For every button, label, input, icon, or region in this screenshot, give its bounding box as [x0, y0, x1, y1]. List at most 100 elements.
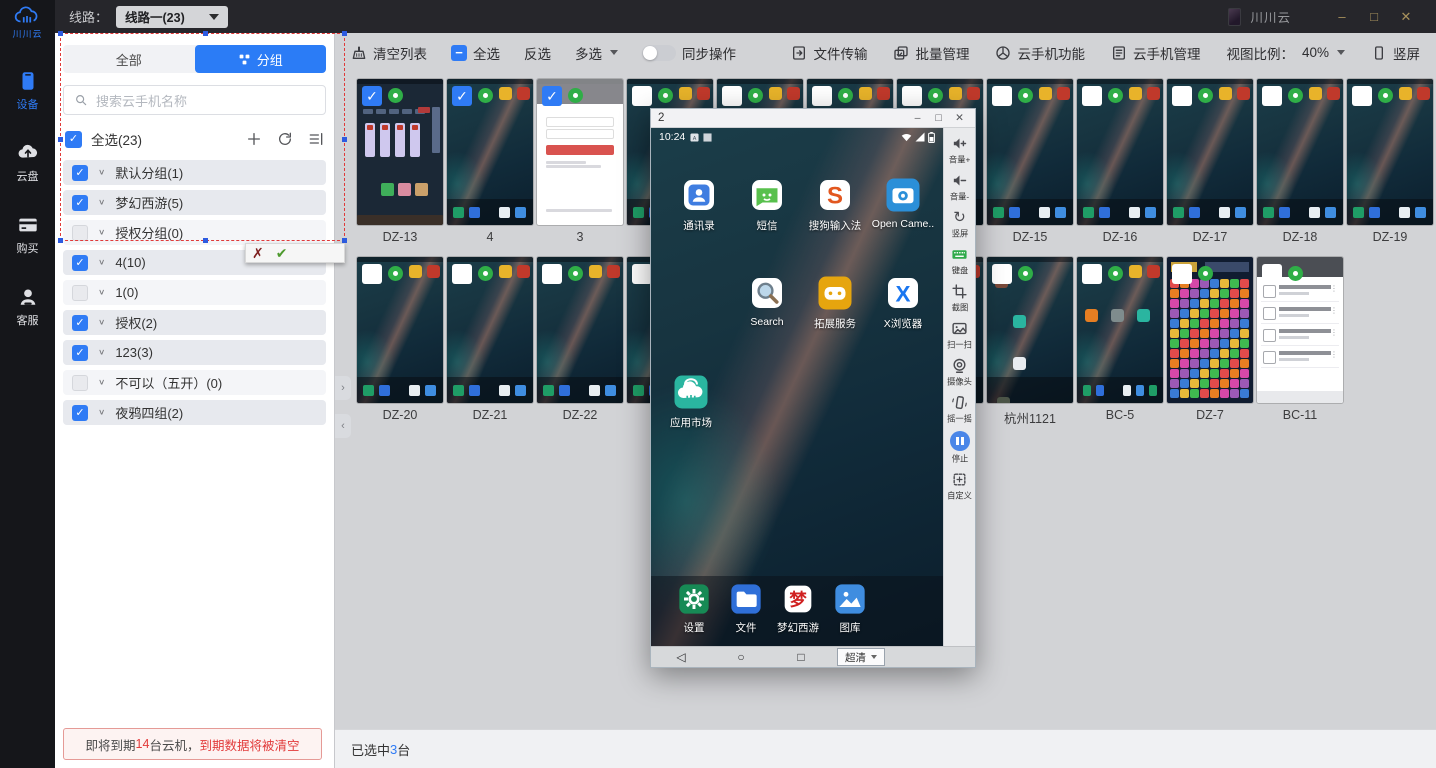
- chevron-down-icon[interactable]: ∨: [98, 318, 105, 327]
- device-cell[interactable]: DZ-16: [1077, 79, 1163, 244]
- device-checkbox[interactable]: [992, 86, 1012, 106]
- nav-home-button[interactable]: ○: [711, 650, 771, 664]
- device-checkbox[interactable]: [1082, 86, 1102, 106]
- chevron-down-icon[interactable]: ∨: [98, 168, 105, 177]
- toolbar-invert-select[interactable]: 反选: [524, 43, 551, 63]
- tool-volume-minus[interactable]: 音量-: [949, 172, 970, 203]
- line-select[interactable]: 线路一(23): [116, 6, 228, 28]
- group-row[interactable]: ∨授权(2): [63, 310, 326, 335]
- chevron-down-icon[interactable]: ∨: [98, 258, 105, 267]
- app-files[interactable]: 文件: [730, 583, 762, 646]
- app-gallery[interactable]: 图库: [834, 583, 866, 646]
- group-checkbox[interactable]: [72, 195, 88, 211]
- app-search-app[interactable]: Search: [749, 275, 785, 331]
- device-thumbnail[interactable]: [1077, 257, 1163, 403]
- group-row[interactable]: ∨夜鸦四组(2): [63, 400, 326, 425]
- group-checkbox[interactable]: [72, 375, 88, 391]
- quality-select[interactable]: 超清: [837, 648, 885, 666]
- group-row[interactable]: ∨梦幻西游(5): [63, 190, 326, 215]
- sidebar-item-device[interactable]: 设备: [17, 70, 39, 112]
- app-contacts[interactable]: 通讯录: [681, 177, 717, 233]
- app-extend-service[interactable]: 拓展服务: [817, 275, 853, 331]
- device-cell[interactable]: DZ-15: [987, 79, 1073, 244]
- tool-scan[interactable]: 扫一扫: [946, 320, 973, 351]
- device-cell[interactable]: DZ-7: [1167, 257, 1253, 422]
- device-cell[interactable]: DZ-19: [1347, 79, 1433, 244]
- device-cell[interactable]: DZ-17: [1167, 79, 1253, 244]
- app-sogou[interactable]: S搜狗输入法: [817, 177, 853, 233]
- expiry-warning[interactable]: 即将到期14台云机，到期数据将被清空: [63, 728, 322, 760]
- device-cell[interactable]: DZ-18: [1257, 79, 1343, 244]
- group-checkbox[interactable]: [72, 315, 88, 331]
- tool-stop[interactable]: 停止: [950, 431, 970, 465]
- device-thumbnail[interactable]: [1167, 79, 1253, 225]
- select-all-indeterminate-checkbox[interactable]: [451, 45, 467, 61]
- device-cell[interactable]: ⋮⋮⋮⋮BC-11: [1257, 257, 1343, 422]
- device-checkbox[interactable]: [1262, 264, 1282, 284]
- device-checkbox[interactable]: [452, 264, 472, 284]
- device-cell[interactable]: BC-5: [1077, 257, 1163, 422]
- tab-all[interactable]: 全部: [63, 45, 195, 73]
- device-thumbnail[interactable]: [357, 257, 443, 403]
- group-row[interactable]: ∨默认分组(1): [63, 160, 326, 185]
- app-app-market[interactable]: 应用市场: [673, 374, 709, 430]
- toolbar-file-transfer[interactable]: 文件传输: [791, 43, 867, 63]
- device-thumbnail[interactable]: [1347, 79, 1433, 225]
- chevron-down-icon[interactable]: ∨: [98, 228, 105, 237]
- device-checkbox[interactable]: [452, 86, 472, 106]
- nav-recents-button[interactable]: □: [771, 650, 831, 664]
- app-settings[interactable]: 设置: [678, 583, 710, 646]
- toolbar-clear-list[interactable]: 清空列表: [351, 43, 427, 63]
- device-checkbox[interactable]: [1082, 264, 1102, 284]
- device-thumbnail[interactable]: [987, 79, 1073, 225]
- select-all-checkbox[interactable]: [65, 131, 82, 148]
- toolbar-phone-manage[interactable]: 云手机管理: [1111, 43, 1201, 63]
- device-cell[interactable]: DZ-13: [357, 79, 443, 244]
- device-thumbnail[interactable]: [447, 257, 533, 403]
- chevron-down-icon[interactable]: ∨: [98, 288, 105, 297]
- search-box[interactable]: 搜索云手机名称: [63, 85, 326, 115]
- phone-close-button[interactable]: ✕: [951, 110, 968, 127]
- device-checkbox[interactable]: [362, 264, 382, 284]
- refresh-button[interactable]: [277, 131, 293, 147]
- group-checkbox[interactable]: [72, 255, 88, 271]
- device-checkbox[interactable]: [902, 86, 922, 106]
- device-thumbnail[interactable]: [1167, 257, 1253, 403]
- toolbar-view-scale[interactable]: 视图比例：40%: [1226, 43, 1345, 63]
- chevron-down-icon[interactable]: ∨: [98, 198, 105, 207]
- device-checkbox[interactable]: [362, 86, 382, 106]
- panel-collapse-button[interactable]: ‹: [335, 414, 351, 438]
- toolbar-batch-manage[interactable]: 批量管理: [893, 43, 969, 63]
- tool-camera-lens[interactable]: 摄像头: [946, 357, 973, 388]
- tool-rotate[interactable]: ↻竖屏: [951, 209, 969, 240]
- add-group-button[interactable]: [246, 131, 262, 147]
- chevron-down-icon[interactable]: ∨: [98, 408, 105, 417]
- group-row[interactable]: ∨不可以（五开）(0): [63, 370, 326, 395]
- group-checkbox[interactable]: [72, 285, 88, 301]
- device-thumbnail[interactable]: [537, 257, 623, 403]
- group-row[interactable]: ∨123(3): [63, 340, 326, 365]
- device-cell[interactable]: DZ-20: [357, 257, 443, 422]
- device-checkbox[interactable]: [722, 86, 742, 106]
- tool-custom[interactable]: 自定义: [946, 471, 973, 502]
- minimize-button[interactable]: –: [1326, 0, 1358, 33]
- device-checkbox[interactable]: [812, 86, 832, 106]
- chevron-down-icon[interactable]: ∨: [98, 378, 105, 387]
- device-checkbox[interactable]: [1172, 264, 1192, 284]
- device-thumbnail[interactable]: [447, 79, 533, 225]
- phone-maximize-button[interactable]: □: [930, 110, 947, 127]
- marquee-cancel-icon[interactable]: ✗: [252, 244, 264, 262]
- app-sms[interactable]: 短信: [749, 177, 785, 233]
- maximize-button[interactable]: □: [1358, 0, 1390, 33]
- sidebar-item-support[interactable]: 客服: [17, 286, 39, 328]
- sidebar-item-cloud-disk[interactable]: 云盘: [17, 142, 39, 184]
- phone-screen[interactable]: 10:24 A 通讯录短信S搜狗输入法Open Came.. Search拓展服…: [651, 128, 943, 646]
- phone-minimize-button[interactable]: –: [909, 110, 926, 127]
- tool-keyboard[interactable]: 键盘: [951, 246, 969, 277]
- group-checkbox[interactable]: [72, 225, 88, 241]
- toolbar-select-all[interactable]: 全选: [451, 43, 500, 63]
- device-cell[interactable]: 3: [537, 79, 623, 244]
- device-thumbnail[interactable]: [537, 79, 623, 225]
- chevron-down-icon[interactable]: ∨: [98, 348, 105, 357]
- toolbar-multi-select[interactable]: 多选: [575, 43, 618, 63]
